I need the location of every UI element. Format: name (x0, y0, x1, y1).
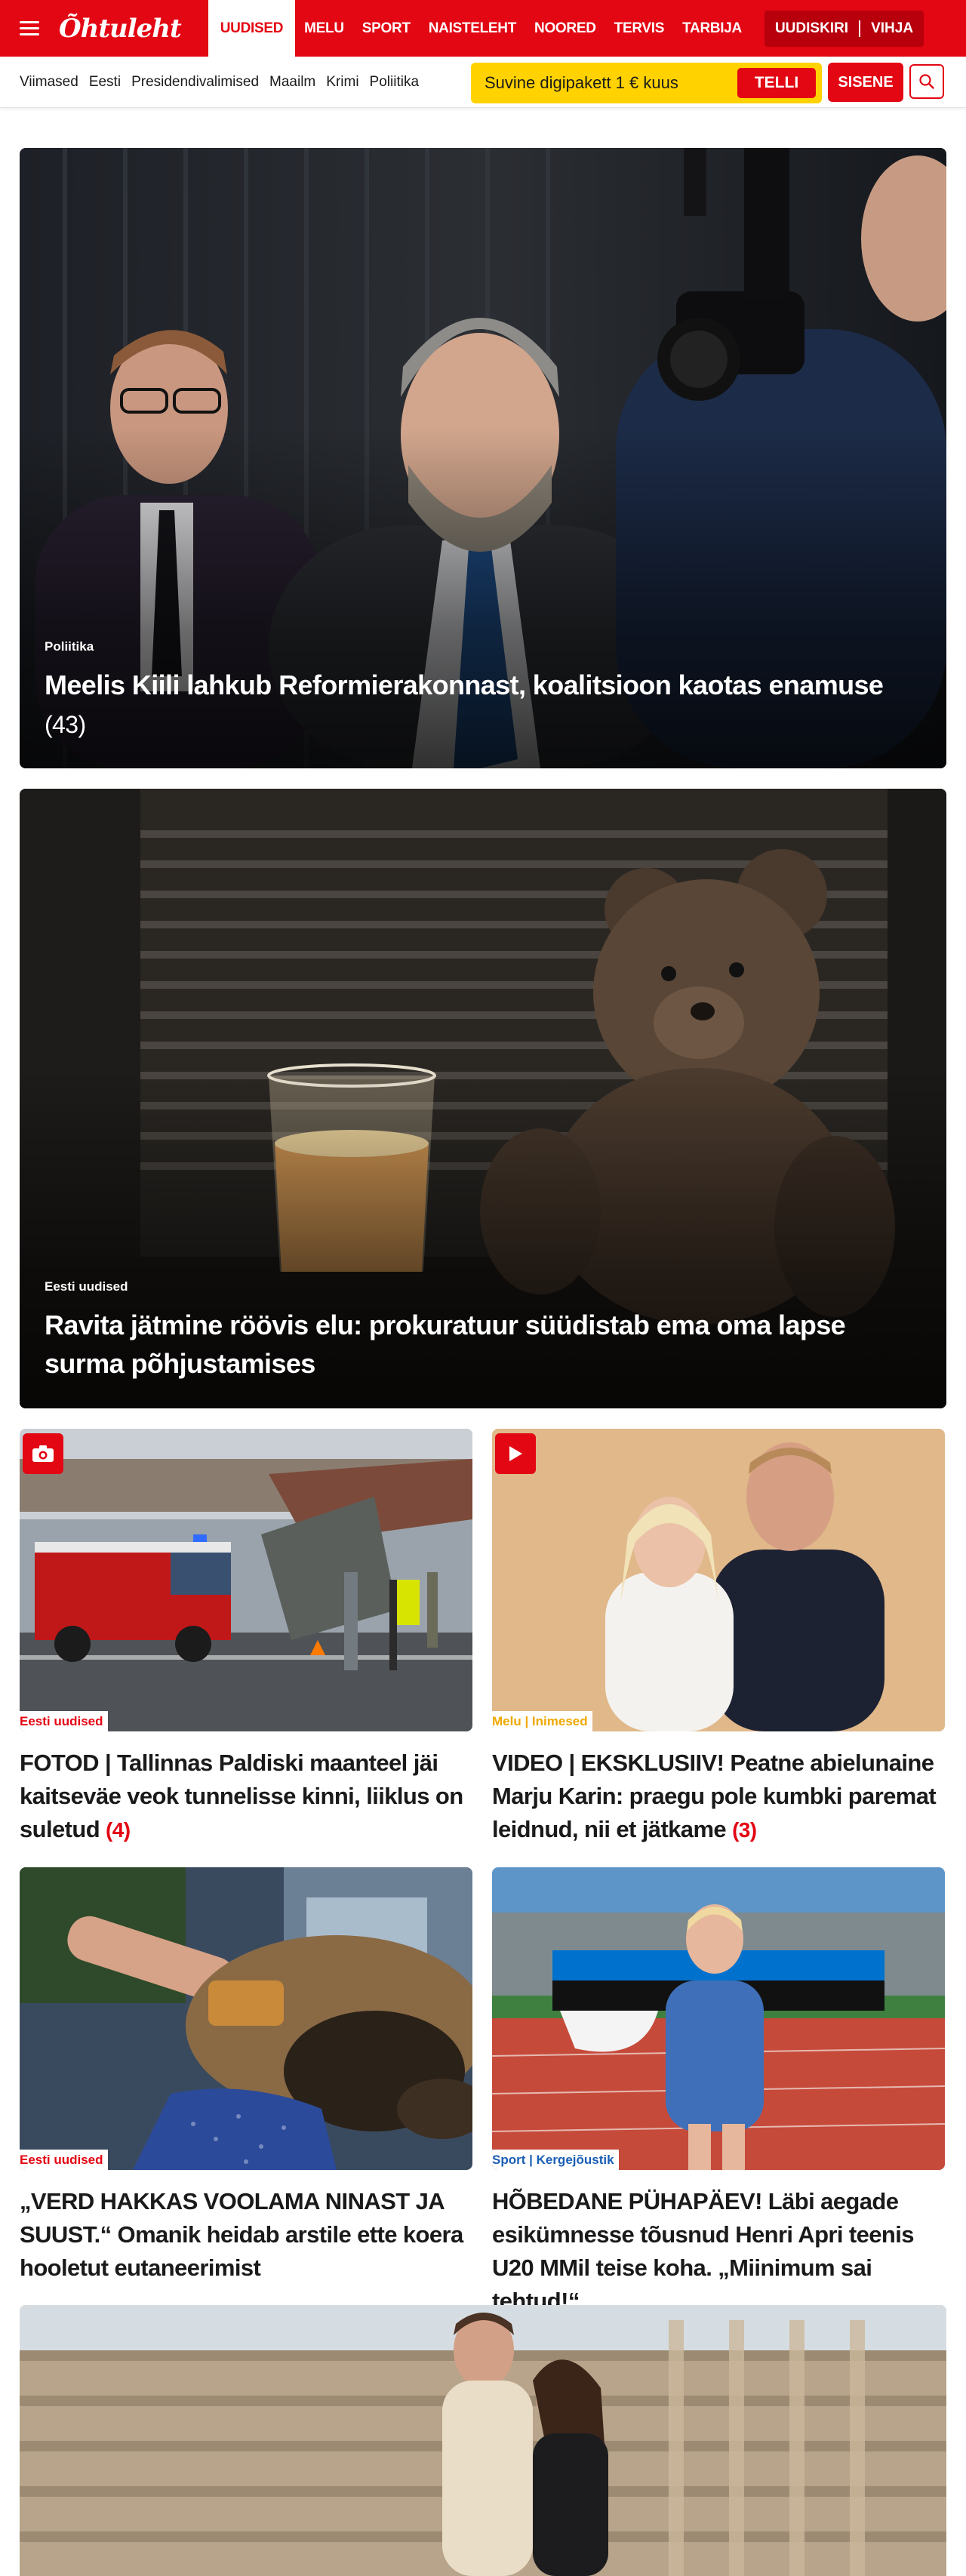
article-title[interactable]: HÕBEDANE PÜHAPÄEV! Läbi aegade esikümnes… (492, 2185, 945, 2318)
article-category[interactable]: Sport | Kergejõustik (492, 2150, 619, 2170)
main-nav: UUDISED MELU SPORT NAISTELEHT NOORED TER… (208, 0, 751, 57)
article-title-text: FOTOD | Tallinnas Paldiski maanteel jäi … (20, 1750, 463, 1843)
lead-article-politics[interactable]: Poliitika Meelis Kiili lahkub Reformiera… (20, 148, 946, 768)
article-card-celebrity[interactable]: Melu | Inimesed VIDEO | EKSKLUSIIV! Peat… (492, 1429, 945, 1846)
article-category[interactable]: Melu | Inimesed (492, 1711, 592, 1731)
play-icon (495, 1433, 536, 1474)
comment-count[interactable]: (3) (732, 1818, 757, 1842)
article-title[interactable]: „VERD HAKKAS VOOLAMA NINAST JA SUUST.“ O… (20, 2185, 472, 2285)
article-card-dog[interactable]: Eesti uudised „VERD HAKKAS VOOLAMA NINAS… (20, 1867, 472, 2285)
lead-article-court[interactable]: Eesti uudised Ravita jätmine röövis elu:… (20, 789, 946, 1408)
search-button[interactable] (909, 64, 944, 99)
promo-text: Suvine digipakett 1 € kuus (485, 73, 678, 92)
article-title[interactable]: VIDEO | EKSKLUSIIV! Peatne abielunaine M… (492, 1747, 945, 1846)
nav-item-sport[interactable]: SPORT (353, 0, 420, 57)
newsletter-link[interactable]: UUDISKIRI (775, 20, 848, 37)
subnav-eesti[interactable]: Eesti (89, 74, 121, 91)
article-title-text: Meelis Kiili lahkub Reformierakonnast, k… (45, 669, 884, 701)
site-logo[interactable]: Õhtuleht (59, 0, 208, 57)
article-title-text: VIDEO | EKSKLUSIIV! Peatne abielunaine M… (492, 1750, 937, 1843)
nav-item-uudised[interactable]: UUDISED (208, 0, 296, 57)
comment-count[interactable]: (43) (45, 711, 86, 738)
subnav-maailm[interactable]: Maailm (269, 74, 315, 91)
divider (859, 20, 861, 37)
article-image (20, 1867, 472, 2170)
menu-icon[interactable] (0, 0, 59, 57)
article-card-athletics[interactable]: Sport | Kergejõustik HÕBEDANE PÜHAPÄEV! … (492, 1867, 945, 2318)
subnav-krimi[interactable]: Krimi (326, 74, 358, 91)
subscription-promo[interactable]: Suvine digipakett 1 € kuus TELLI (471, 63, 822, 103)
article-category: Eesti uudised (45, 1279, 128, 1294)
sub-nav: Viimased Eesti Presidendivalimised Maail… (0, 57, 966, 108)
article-card-truck[interactable]: Eesti uudised FOTOD | Tallinnas Paldiski… (20, 1429, 472, 1846)
nav-item-naisteleht[interactable]: NAISTELEHT (420, 0, 525, 57)
article-category: Poliitika (45, 639, 94, 654)
subnav-poliitika[interactable]: Poliitika (370, 74, 419, 91)
lead-article-couple[interactable] (20, 2305, 946, 2576)
tip-link[interactable]: VIHJA (871, 20, 913, 37)
login-button[interactable]: SISENE (828, 63, 903, 102)
article-title[interactable]: Ravita jätmine röövis elu: prokuratuur s… (45, 1306, 901, 1383)
article-image (492, 1429, 945, 1731)
article-title[interactable]: Meelis Kiili lahkub Reformierakonnast, k… (45, 666, 901, 743)
article-category[interactable]: Eesti uudised (20, 2150, 108, 2170)
article-image (20, 1429, 472, 1731)
order-button[interactable]: TELLI (737, 68, 816, 98)
article-category[interactable]: Eesti uudised (20, 1711, 108, 1731)
newsletter-tip-group: UUDISKIRI VIHJA (764, 10, 924, 47)
nav-item-noored[interactable]: NOORED (525, 0, 605, 57)
top-nav: Õhtuleht UUDISED MELU SPORT NAISTELEHT N… (0, 0, 966, 57)
nav-item-tervis[interactable]: TERVIS (605, 0, 673, 57)
search-icon (919, 74, 934, 89)
subnav-viimased[interactable]: Viimased (20, 74, 78, 91)
article-image (20, 2305, 946, 2576)
nav-item-tarbija[interactable]: TARBIJA (673, 0, 751, 57)
comment-count[interactable]: (4) (106, 1818, 131, 1842)
article-image (492, 1867, 945, 2170)
article-title[interactable]: FOTOD | Tallinnas Paldiski maanteel jäi … (20, 1747, 472, 1846)
nav-item-melu[interactable]: MELU (295, 0, 353, 57)
subnav-presidendivalimised[interactable]: Presidendivalimised (131, 74, 259, 91)
camera-icon (23, 1433, 63, 1474)
